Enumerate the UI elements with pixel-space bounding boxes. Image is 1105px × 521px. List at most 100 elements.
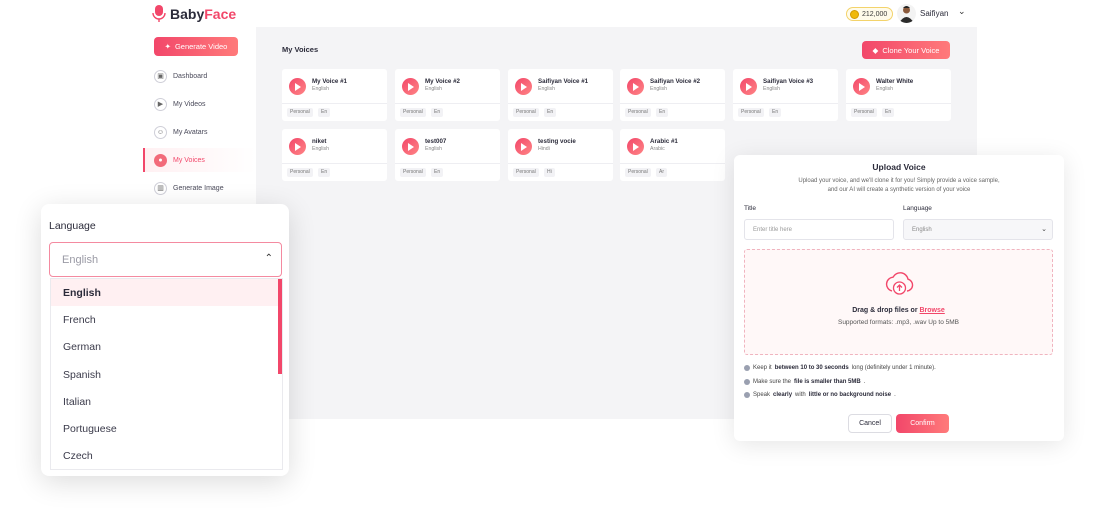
- voice-language: Hindi: [538, 146, 550, 152]
- sidebar-item-generate-image[interactable]: ▥ Generate Image: [154, 180, 224, 196]
- voice-card[interactable]: testing vocie Hindi Personal Hi: [508, 129, 613, 181]
- voice-card[interactable]: Saifiyan Voice #2 English Personal En: [620, 69, 725, 121]
- play-icon[interactable]: [402, 78, 419, 95]
- voice-type-tag: Personal: [738, 108, 764, 117]
- username[interactable]: Saifiyan: [920, 9, 948, 18]
- card-divider: [395, 103, 500, 104]
- voice-card[interactable]: Saifiyan Voice #3 English Personal En: [733, 69, 838, 121]
- sidebar-item-my-videos[interactable]: ▶ My Videos: [154, 96, 206, 112]
- card-divider: [282, 103, 387, 104]
- play-icon[interactable]: [740, 78, 757, 95]
- language-option[interactable]: English: [51, 279, 282, 307]
- voice-language: English: [650, 86, 668, 92]
- brand-name: BabyFace: [170, 5, 237, 22]
- voice-card[interactable]: My Voice #2 English Personal En: [395, 69, 500, 121]
- chevron-up-icon[interactable]: ⌃: [265, 253, 273, 264]
- language-options-list[interactable]: English French German Spanish Italian Po…: [50, 278, 283, 470]
- play-icon[interactable]: [515, 138, 532, 155]
- language-option[interactable]: Italian: [51, 388, 282, 415]
- voice-card[interactable]: Arabic #1 Arabic Personal Ar: [620, 129, 725, 181]
- language-option[interactable]: French: [51, 306, 282, 333]
- voice-language: Arabic: [650, 146, 665, 152]
- card-divider: [620, 103, 725, 104]
- play-icon[interactable]: [627, 78, 644, 95]
- language-dropdown-card: Language English ⌃ English French German…: [41, 204, 289, 476]
- language-option[interactable]: Spanish: [51, 361, 282, 388]
- brand-logo[interactable]: BabyFace: [152, 4, 236, 23]
- voice-title: test007: [425, 138, 447, 145]
- language-select[interactable]: English ⌄: [903, 219, 1053, 240]
- coin-balance[interactable]: 212,000: [846, 7, 894, 21]
- image-icon: ▥: [154, 181, 167, 195]
- page-title: My Voices: [282, 45, 319, 54]
- voice-card[interactable]: Walter White English Personal En: [846, 69, 951, 121]
- confirm-button[interactable]: Confirm: [896, 414, 949, 433]
- modal-description: Upload your voice, and we'll clone it fo…: [798, 178, 1000, 193]
- user-avatar[interactable]: [897, 4, 916, 23]
- voice-card[interactable]: niket English Personal En: [282, 129, 387, 181]
- play-icon[interactable]: [853, 78, 870, 95]
- language-option[interactable]: Portuguese: [51, 415, 282, 442]
- app-root: BabyFace 212,000 Saifiyan ⌄ ✦ Generate V…: [0, 0, 1105, 521]
- microphone-logo-icon: [152, 4, 166, 23]
- video-icon: ▶: [154, 97, 167, 111]
- voice-type-tag: Personal: [287, 108, 313, 117]
- title-input[interactable]: Enter title here: [744, 219, 894, 240]
- play-icon[interactable]: [289, 138, 306, 155]
- voice-type-tag: Personal: [625, 168, 651, 177]
- card-divider: [620, 163, 725, 164]
- chevron-down-icon[interactable]: ⌄: [958, 6, 966, 17]
- voice-card[interactable]: Saifiyan Voice #1 English Personal En: [508, 69, 613, 121]
- language-label: Language: [49, 220, 96, 232]
- file-dropzone[interactable]: Drag & drop files or Browse Supported fo…: [744, 249, 1053, 355]
- dropzone-text: Drag & drop files or Browse: [852, 307, 945, 314]
- voice-card[interactable]: My Voice #1 English Personal En: [282, 69, 387, 121]
- language-select[interactable]: English ⌃: [49, 242, 282, 277]
- title-label: Title: [744, 205, 757, 212]
- voice-language: English: [425, 146, 443, 152]
- sidebar-item-my-avatars[interactable]: ☺ My Avatars: [154, 124, 208, 140]
- voice-lang-tag: En: [318, 168, 331, 177]
- coin-count: 212,000: [862, 10, 888, 18]
- sidebar-item-my-voices[interactable]: ● My Voices: [154, 152, 205, 168]
- play-icon[interactable]: [515, 78, 532, 95]
- voice-lang-tag: En: [544, 108, 557, 117]
- play-icon[interactable]: [402, 138, 419, 155]
- voice-title: My Voice #1: [312, 78, 347, 85]
- card-divider: [508, 163, 613, 164]
- coin-icon: [850, 9, 859, 19]
- sidebar-item-dashboard[interactable]: ▣ Dashboard: [154, 68, 207, 84]
- generate-video-button[interactable]: ✦ Generate Video: [154, 37, 238, 56]
- voice-lang-tag: En: [656, 108, 669, 117]
- avatar-icon: ☺: [154, 125, 167, 139]
- voice-type-tag: Personal: [400, 168, 426, 177]
- language-option[interactable]: German: [51, 334, 282, 361]
- cancel-button[interactable]: Cancel: [848, 414, 892, 433]
- voice-card[interactable]: test007 English Personal En: [395, 129, 500, 181]
- voice-title: testing vocie: [538, 138, 576, 145]
- browse-link[interactable]: Browse: [920, 307, 945, 314]
- clone-voice-button[interactable]: ◆ Clone Your Voice: [862, 41, 950, 59]
- microphone-icon: ●: [154, 153, 167, 167]
- voice-title: Saifiyan Voice #2: [650, 78, 701, 85]
- scrollbar-thumb[interactable]: [278, 279, 282, 374]
- voice-type-tag: Personal: [513, 168, 539, 177]
- language-label: Language: [903, 205, 932, 212]
- voice-type-tag: Personal: [851, 108, 877, 117]
- tip-file-size: Make sure the file is smaller than 5MB.: [744, 379, 865, 385]
- play-icon[interactable]: [627, 138, 644, 155]
- voice-lang-tag: Hi: [544, 168, 555, 177]
- voice-title: Saifiyan Voice #3: [763, 78, 814, 85]
- voice-lang-tag: En: [769, 108, 782, 117]
- upload-voice-modal: Upload Voice Upload your voice, and we'l…: [734, 155, 1064, 441]
- voice-lang-tag: En: [882, 108, 895, 117]
- voice-language: English: [538, 86, 556, 92]
- play-icon[interactable]: [289, 78, 306, 95]
- language-selected-value: English: [62, 253, 99, 266]
- voice-title: niket: [312, 138, 327, 145]
- card-divider: [395, 163, 500, 164]
- language-option[interactable]: Czech: [51, 443, 282, 469]
- voice-type-tag: Personal: [400, 108, 426, 117]
- active-nav-indicator: [143, 148, 145, 172]
- card-divider: [508, 103, 613, 104]
